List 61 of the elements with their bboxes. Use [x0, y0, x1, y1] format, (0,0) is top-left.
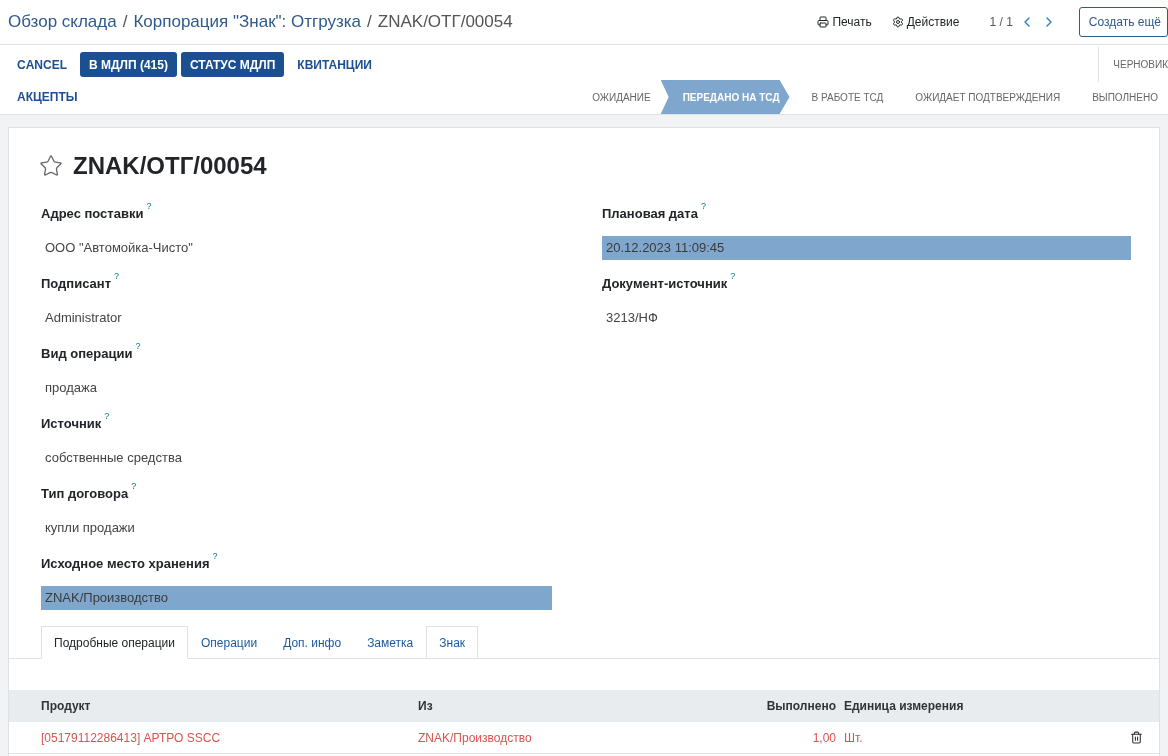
print-button[interactable]: Печать — [817, 13, 872, 31]
printer-icon — [817, 16, 830, 28]
field-value[interactable]: 20.12.2023 11:09:45 — [602, 236, 1131, 260]
status-step[interactable]: ОЖИДАНИЕ — [570, 80, 661, 114]
tab[interactable]: Доп. инфо — [270, 626, 355, 659]
toolbar-button[interactable]: CANCEL — [8, 52, 76, 77]
help-mark[interactable]: ? — [131, 480, 137, 494]
table-cell-text: 1,00 — [811, 729, 837, 747]
tab[interactable]: Знак — [426, 626, 479, 659]
record-title: ZNAK/ОТГ/00054 — [73, 151, 267, 181]
field-value[interactable]: 3213/НФ — [602, 306, 1131, 330]
field-value[interactable]: собственные средства — [41, 446, 552, 470]
field-label: Вид операции — [41, 345, 133, 363]
toolbar-button[interactable]: В МДЛП (415) — [80, 52, 177, 77]
breadcrumb-item: ZNAK/ОТГ/00054 — [377, 11, 513, 34]
trash-icon[interactable] — [1130, 731, 1143, 744]
settings-icon — [891, 16, 904, 28]
tab[interactable]: Заметка — [354, 626, 427, 659]
help-mark[interactable]: ? — [114, 270, 120, 284]
breadcrumb-separator: / — [367, 11, 372, 34]
star-icon[interactable] — [39, 154, 63, 178]
field-value[interactable]: Administrator — [41, 306, 552, 330]
column-header[interactable]: Единица измерения — [842, 697, 964, 715]
status-step[interactable]: ВЫПОЛНЕНО — [1070, 80, 1168, 114]
toolbar-button[interactable]: КВИТАНЦИИ — [288, 52, 381, 77]
help-mark[interactable]: ? — [146, 200, 152, 214]
field-label: Исходное место хранения — [41, 555, 210, 573]
create-button[interactable]: Создать ещё — [1078, 7, 1168, 37]
status-step[interactable]: В РАБОТЕ ТСД — [789, 80, 894, 114]
field-label: Источник — [41, 415, 102, 433]
column-header[interactable]: Продукт — [9, 697, 418, 715]
field-label: Подписант — [41, 275, 112, 293]
field-label: Документ-источник — [602, 275, 728, 293]
column-header[interactable]: Выполнено — [658, 697, 842, 715]
help-mark[interactable]: ? — [212, 550, 218, 564]
table-cell-text: [05179112286413] АРТРО SSCC — [40, 729, 222, 747]
field-label: Плановая дата — [602, 205, 698, 223]
field-label: Адрес поставки — [41, 205, 144, 223]
breadcrumb-item[interactable]: Корпорация "Знак": Отгрузка — [133, 9, 362, 35]
field-value[interactable]: ООО "Автомойка-Чисто" — [41, 236, 552, 260]
field-value[interactable]: ZNAK/Производство — [41, 586, 552, 610]
pager-value: 1 / 1 — [989, 14, 1013, 31]
table-cell-text: ZNAK/Производство — [418, 729, 533, 747]
status-step[interactable]: ЧЕРНОВИК — [1113, 57, 1168, 72]
help-mark[interactable]: ? — [104, 410, 110, 424]
toolbar-button[interactable]: СТАТУС МДЛП — [180, 52, 285, 77]
help-mark[interactable]: ? — [700, 200, 706, 214]
toolbar-button[interactable]: АКЦЕПТЫ — [8, 84, 87, 110]
tab[interactable]: Подробные операции — [41, 626, 188, 659]
breadcrumb-separator: / — [122, 11, 128, 34]
help-mark[interactable]: ? — [730, 270, 736, 284]
breadcrumb-item[interactable]: Обзор склада — [8, 9, 117, 35]
field-value[interactable]: купли продажи — [41, 516, 552, 540]
tab[interactable]: Операции — [188, 626, 271, 659]
column-header[interactable]: Из — [418, 697, 658, 715]
action-button[interactable]: Действие — [891, 13, 960, 31]
field-value[interactable]: продажа — [41, 376, 552, 400]
table-cell-text: Шт. — [843, 729, 863, 747]
help-mark[interactable]: ? — [135, 340, 141, 354]
field-label: Тип договора — [41, 485, 129, 503]
status-step[interactable]: ОЖИДАЕТ ПОДТВЕРЖДЕНИЯ — [893, 80, 1071, 114]
